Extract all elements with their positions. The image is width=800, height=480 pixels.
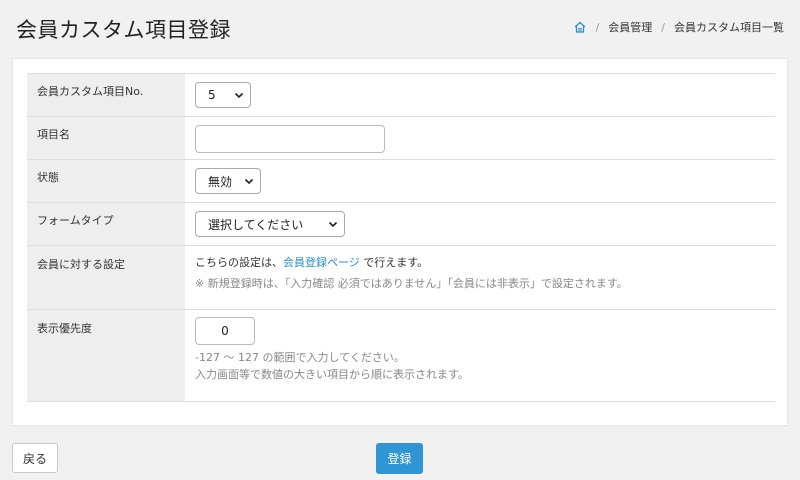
submit-button[interactable]: 登録 [376,443,423,474]
row-item-name: 項目名 [27,117,775,160]
form-table: 会員カスタム項目No. 5 項目名 状態 無効 フォームタイプ 選択してください… [27,73,775,402]
label-member-setting: 会員に対する設定 [27,246,185,309]
label-item-name: 項目名 [27,117,185,159]
breadcrumb-separator: / [595,20,600,34]
breadcrumb-item-member-admin[interactable]: 会員管理 [608,19,652,35]
breadcrumb-item-custom-list[interactable]: 会員カスタム項目一覧 [674,19,784,35]
priority-note-range: -127 ～ 127 の範囲で入力してください。 [195,351,405,364]
member-setting-text: こちらの設定は、会員登録ページ で行えます。 [195,256,429,269]
chevron-down-icon [234,92,244,99]
breadcrumb: / 会員管理 / 会員カスタム項目一覧 [573,19,784,35]
back-button[interactable]: 戻る [12,443,58,473]
status-select[interactable]: 無効 [195,168,261,194]
item-name-input[interactable] [195,125,385,153]
label-status: 状態 [27,160,185,202]
page-header: 会員カスタム項目登録 / 会員管理 / 会員カスタム項目一覧 [0,0,800,56]
row-status: 状態 無効 [27,160,775,203]
member-registration-link[interactable]: 会員登録ページ [283,256,360,269]
label-custom-no: 会員カスタム項目No. [27,74,185,116]
priority-input[interactable]: 0 [195,317,255,345]
page-title: 会員カスタム項目登録 [16,18,231,42]
breadcrumb-separator: / [661,20,665,34]
form-type-select[interactable]: 選択してください [195,211,345,237]
custom-no-value: 5 [208,88,216,102]
form-type-value: 選択してください [208,217,304,232]
chevron-down-icon [244,178,254,185]
priority-note-order: 入力画面等で数値の大きい項目から順に表示されます。 [195,368,469,381]
row-custom-no: 会員カスタム項目No. 5 [27,74,775,117]
chevron-down-icon [328,221,338,228]
member-setting-note: ※ 新規登録時は、「入力確認 必須ではありません」「会員には非表示」で設定されま… [195,277,628,290]
label-priority: 表示優先度 [27,310,185,401]
home-icon[interactable] [573,20,587,34]
form-card: 会員カスタム項目No. 5 項目名 状態 無効 フォームタイプ 選択してください… [12,58,788,426]
row-member-setting: 会員に対する設定 こちらの設定は、会員登録ページ で行えます。 ※ 新規登録時は… [27,246,775,310]
row-priority: 表示優先度 0 -127 ～ 127 の範囲で入力してください。 入力画面等で数… [27,310,775,402]
custom-no-select[interactable]: 5 [195,82,251,108]
status-value: 無効 [208,174,233,189]
label-form-type: フォームタイプ [27,203,185,245]
row-form-type: フォームタイプ 選択してください [27,203,775,246]
